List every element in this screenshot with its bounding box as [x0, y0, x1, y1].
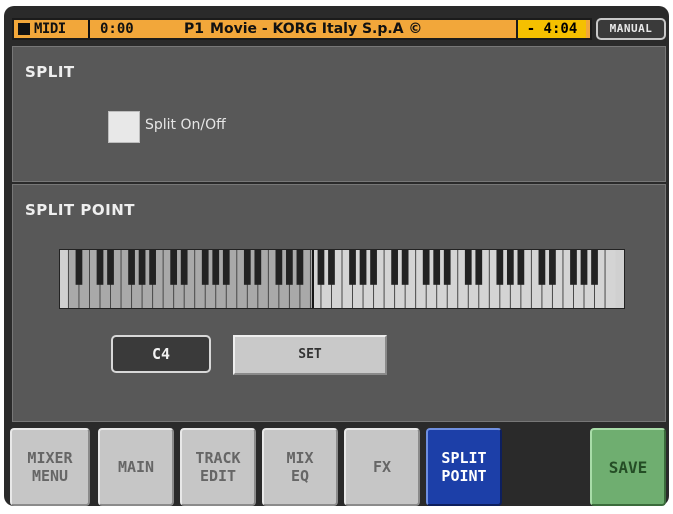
black-key: [170, 250, 178, 285]
black-key: [422, 250, 430, 285]
black-key: [201, 250, 209, 285]
split-checkbox-label: Split On/Off: [145, 117, 226, 133]
status-bar: MIDI 0:00 P1 Movie - KORG Italy S.p.A © -…: [12, 18, 592, 40]
black-key: [286, 250, 293, 285]
black-key: [570, 250, 577, 285]
black-key: [464, 250, 472, 285]
tab-fx[interactable]: FX: [344, 428, 420, 506]
tab-split-point[interactable]: SPLIT POINT: [426, 428, 502, 506]
split-point-panel: SPLIT POINT C4 SET: [12, 184, 666, 422]
tab-track-edit[interactable]: TRACK EDIT: [180, 428, 256, 506]
black-key: [149, 250, 156, 285]
black-key: [370, 250, 377, 285]
split-title: SPLIT: [25, 63, 75, 81]
black-key: [496, 250, 504, 285]
keyboard-graphic[interactable]: [59, 249, 625, 309]
tab-mix-eq[interactable]: MIX EQ: [262, 428, 338, 506]
black-key: [296, 250, 304, 285]
black-key: [243, 250, 251, 285]
split-panel: SPLIT Split On/Off: [12, 46, 666, 182]
black-key: [212, 250, 220, 285]
black-key: [591, 250, 598, 285]
midi-indicator: MIDI: [34, 21, 66, 37]
black-key: [349, 250, 356, 285]
black-key: [328, 250, 335, 285]
black-key: [517, 250, 525, 285]
black-key: [75, 250, 83, 285]
set-button[interactable]: SET: [233, 335, 387, 375]
black-key: [359, 250, 367, 285]
tab-main[interactable]: MAIN: [98, 428, 174, 506]
black-key: [254, 250, 262, 285]
black-key: [180, 250, 188, 285]
split-checkbox[interactable]: [108, 111, 140, 143]
save-button[interactable]: SAVE: [590, 428, 666, 506]
save-label: SAVE: [608, 457, 648, 477]
song-title: P1 Movie - KORG Italy S.p.A ©: [184, 20, 422, 38]
black-key: [222, 250, 230, 285]
black-key: [138, 250, 146, 285]
black-key: [580, 250, 588, 285]
divider: [88, 20, 90, 38]
tab-mixer-menu[interactable]: MIXER MENU: [10, 428, 90, 506]
black-key: [401, 250, 409, 285]
black-key: [433, 250, 441, 285]
black-key: [275, 250, 283, 285]
black-key: [96, 250, 104, 285]
manual-button[interactable]: MANUAL: [596, 18, 666, 40]
black-key: [475, 250, 483, 285]
stop-icon[interactable]: [18, 23, 30, 35]
black-key: [391, 250, 398, 285]
black-key: [506, 250, 514, 285]
black-key: [549, 250, 556, 285]
black-key: [128, 250, 135, 285]
black-key: [317, 250, 325, 285]
split-marker: [312, 250, 314, 308]
black-key: [107, 250, 114, 285]
split-note-value[interactable]: C4: [111, 335, 211, 373]
split-point-title: SPLIT POINT: [25, 201, 136, 219]
time-display: 0:00: [100, 21, 134, 37]
song-name: Movie - KORG Italy S.p.A ©: [210, 21, 423, 37]
remaining-time: - 4:04: [516, 20, 586, 38]
black-key: [443, 250, 451, 285]
keyboard-lower-zone: [68, 250, 313, 308]
black-key: [538, 250, 546, 285]
program-number: P1: [184, 21, 205, 37]
